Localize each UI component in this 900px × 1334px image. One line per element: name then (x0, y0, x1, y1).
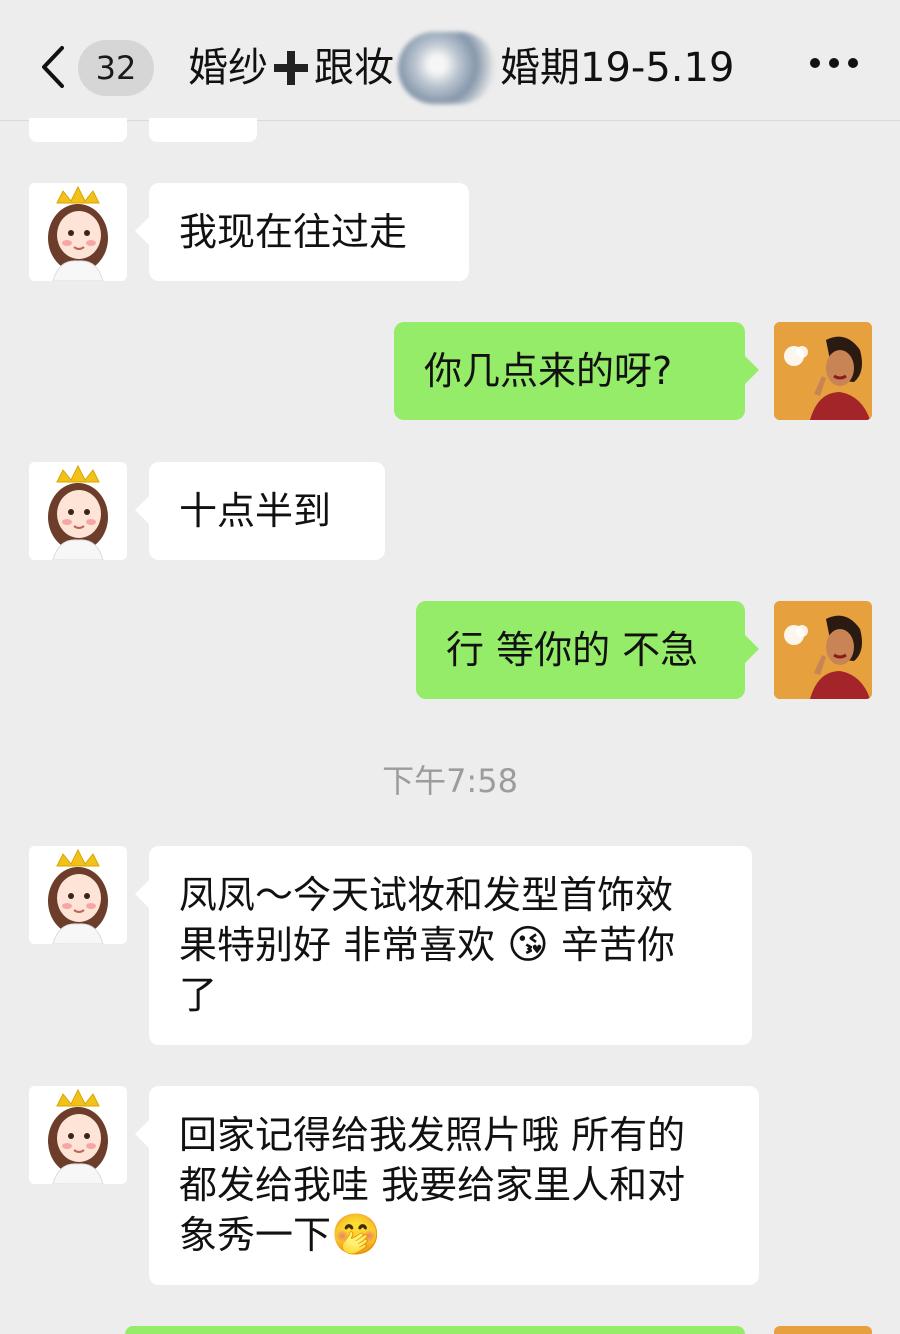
message-text-line: 果特别好 非常喜欢 😘 辛苦你 (179, 920, 722, 970)
partial-bubble-self (125, 1326, 745, 1334)
message-text-line: 了 (179, 973, 218, 1017)
avatar-self[interactable] (774, 601, 872, 699)
illustrated-woman-icon (774, 601, 872, 699)
chat-title: 婚纱 跟妆 婚期19-5.19 (188, 32, 735, 104)
dot (829, 58, 839, 68)
message-text: 我现在往过走 (179, 210, 408, 254)
partial-avatar-top (29, 118, 127, 142)
partial-avatar-self (774, 1326, 872, 1334)
giggle-emoji-icon: 🤭 (331, 1212, 381, 1258)
message-text: 十点半到 (179, 489, 332, 533)
dot (810, 58, 820, 68)
back-chevron-icon[interactable] (34, 44, 74, 90)
message-bubble[interactable]: 凤凤～今天试妆和发型首饰效 果特别好 非常喜欢 😘 辛苦你 了 (135, 846, 752, 1045)
title-part-2: 跟妆 (314, 45, 394, 91)
avatar-self[interactable] (774, 322, 872, 420)
message-text: 行 等你的 不急 (446, 628, 699, 672)
message-text-fragment: 象秀一下 (179, 1213, 332, 1257)
message-bubble[interactable]: 十点半到 (135, 462, 385, 560)
message-text: 你几点来的呀? (424, 349, 673, 393)
blurred-name-mark (398, 32, 496, 104)
chat-timestamp: 下午7:58 (382, 762, 518, 800)
message-bubble[interactable]: 我现在往过走 (135, 183, 469, 281)
avatar-contact[interactable] (29, 462, 127, 560)
title-part-3: 婚期19-5.19 (500, 45, 735, 91)
message-bubble-self[interactable]: 行 等你的 不急 (416, 601, 759, 699)
illustrated-woman-icon (774, 322, 872, 420)
avatar-contact[interactable] (29, 183, 127, 281)
message-bubble-self[interactable]: 你几点来的呀? (394, 322, 759, 420)
cartoon-girl-crown-icon (29, 183, 127, 281)
message-text-line: 回家记得给我发照片哦 所有的 (179, 1113, 686, 1157)
message-text-line: 象秀一下🤭 (179, 1210, 729, 1260)
message-text-line: 凤凤～今天试妆和发型首饰效 (179, 873, 674, 917)
unread-count-badge[interactable]: 32 (78, 40, 154, 96)
avatar-contact[interactable] (29, 846, 127, 944)
message-text-line: 都发给我哇 我要给家里人和对 (179, 1163, 686, 1207)
message-bubble[interactable]: 回家记得给我发照片哦 所有的 都发给我哇 我要给家里人和对 象秀一下🤭 (135, 1086, 759, 1285)
partial-bubble-top (149, 118, 257, 142)
plus-icon (274, 51, 308, 85)
kiss-emoji-icon: 😘 (507, 922, 549, 968)
more-dots-icon[interactable] (810, 58, 858, 78)
chat-header: 32 婚纱 跟妆 婚期19-5.19 (0, 0, 900, 121)
cartoon-girl-crown-icon (29, 846, 127, 944)
avatar-contact[interactable] (29, 1086, 127, 1184)
dot (848, 58, 858, 68)
cartoon-girl-crown-icon (29, 462, 127, 560)
message-text-fragment: 果特别好 非常喜欢 (179, 923, 508, 967)
cartoon-girl-crown-icon (29, 1086, 127, 1184)
title-part-1: 婚纱 (188, 45, 268, 91)
message-text-fragment: 辛苦你 (548, 923, 675, 967)
